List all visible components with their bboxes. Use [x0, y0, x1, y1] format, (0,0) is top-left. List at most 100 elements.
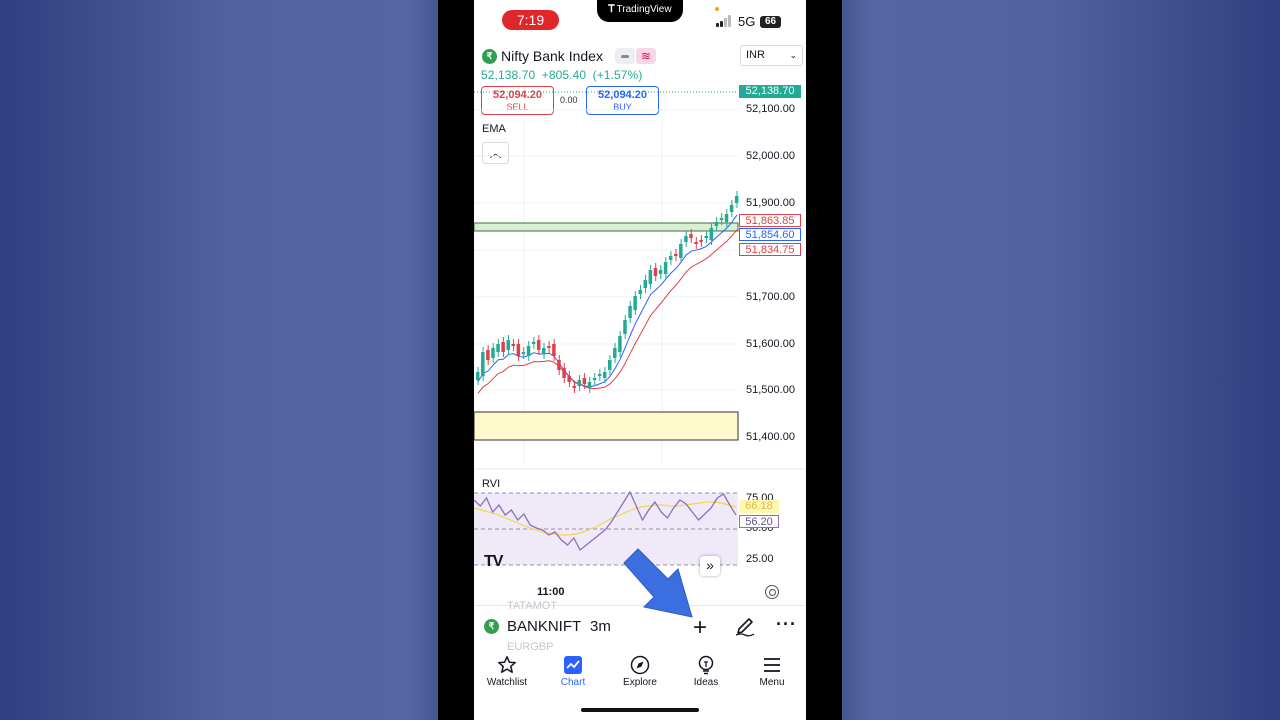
candle	[481, 352, 485, 376]
candle	[679, 244, 683, 258]
nav-menu[interactable]: Menu	[739, 653, 805, 688]
symbol-name[interactable]: Nifty Bank Index	[501, 48, 603, 64]
candle	[526, 346, 531, 356]
candle	[506, 340, 510, 350]
symbol-bar-logo-icon: ₹	[484, 619, 499, 634]
tradingview-logo-icon: TV	[484, 553, 503, 570]
nav-label: Watchlist	[486, 677, 528, 688]
ema-tag-2: 51,854.60	[739, 228, 801, 241]
candle	[521, 352, 526, 354]
wave-chip-icon[interactable]: ≋	[635, 48, 656, 64]
candle	[587, 382, 592, 388]
candle	[704, 236, 708, 238]
double-chevron-right-icon: »	[706, 557, 714, 573]
nav-label: Ideas	[693, 677, 719, 688]
candle	[714, 222, 719, 226]
nav-label: Explore	[623, 677, 657, 688]
rvi-indicator-label[interactable]: RVI	[482, 478, 500, 490]
candle	[613, 348, 617, 358]
star-icon	[498, 656, 516, 673]
network-type: 5G	[738, 14, 756, 29]
candle	[531, 342, 536, 344]
nav-chart[interactable]: Chart	[540, 653, 606, 688]
candle	[516, 344, 521, 356]
ema-tag-3: 51,834.75	[739, 243, 801, 256]
ema-tag-1: 51,863.85	[739, 214, 801, 227]
currency-value: INR	[746, 49, 765, 61]
candle	[684, 236, 688, 242]
candle	[638, 290, 642, 294]
candle	[623, 320, 627, 334]
resistance-zone	[474, 222, 739, 232]
bulb-icon	[698, 655, 714, 675]
candle	[597, 374, 602, 376]
candle	[592, 378, 597, 380]
nav-explore[interactable]: Explore	[607, 653, 673, 688]
candle	[557, 360, 561, 370]
candle	[653, 268, 658, 276]
candle	[658, 270, 663, 274]
support-zone	[474, 411, 739, 441]
home-indicator[interactable]	[581, 708, 699, 712]
candle	[633, 296, 637, 310]
signal-icon	[716, 15, 732, 27]
interval-selector[interactable]: 3m	[590, 618, 611, 635]
candle	[648, 270, 653, 284]
price-tick: 52,100.00	[746, 103, 795, 115]
price-tick: 51,700.00	[746, 291, 795, 303]
candle	[709, 228, 714, 240]
more-icon[interactable]: ···	[776, 614, 797, 635]
annotation-arrow-icon	[623, 548, 693, 618]
candle	[699, 240, 703, 242]
candle	[476, 372, 480, 380]
dynamic-island: ꓔ TradingView	[597, 0, 683, 22]
nav-ideas[interactable]: Ideas	[673, 653, 739, 688]
nav-watchlist[interactable]: Watchlist	[474, 653, 540, 688]
island-label: TradingView	[616, 4, 672, 15]
candle	[567, 376, 571, 382]
compass-icon	[630, 655, 650, 675]
candle	[547, 346, 551, 348]
rvi-tag-signal: 66.18	[739, 500, 779, 513]
candle	[663, 262, 668, 274]
nav-label: Chart	[560, 677, 586, 688]
candle	[501, 342, 505, 352]
pencil-icon[interactable]	[733, 614, 757, 638]
candle	[618, 336, 622, 352]
candle	[542, 348, 546, 354]
candle	[628, 306, 632, 318]
candle	[486, 350, 490, 360]
candle	[608, 360, 612, 370]
chart-icon	[564, 656, 582, 674]
candle	[689, 234, 693, 238]
price-tick: 51,600.00	[746, 338, 795, 350]
ema-slow-line	[477, 229, 738, 394]
candle	[582, 378, 587, 384]
menu-icon	[764, 658, 780, 672]
bottom-nav: Watchlist Chart Explore Ideas Menu	[474, 650, 806, 694]
ghost-symbol-above: TATAMOT	[507, 600, 558, 612]
scroll-to-realtime-button[interactable]: »	[700, 556, 720, 576]
candles	[476, 191, 739, 393]
chart-settings-icon[interactable]	[765, 585, 779, 599]
symbol-logo-icon: ₹	[482, 48, 497, 64]
candle	[719, 218, 724, 220]
candle	[694, 242, 698, 244]
minus-chip-icon[interactable]	[614, 48, 635, 64]
candle	[577, 380, 582, 386]
battery-icon: 66	[760, 16, 781, 28]
candle	[674, 254, 678, 256]
candle	[496, 344, 500, 352]
candle	[729, 205, 734, 212]
price-tick: 51,900.00	[746, 197, 795, 209]
status-bar: 7:19 ꓔ TradingView 5G 66	[474, 0, 806, 40]
ema-lines	[477, 214, 738, 394]
rvi-tick: 25.00	[746, 553, 774, 565]
symbol-selector[interactable]: BANKNIFT	[507, 618, 581, 635]
candle	[724, 214, 729, 222]
tv-mini-logo: ꓔ	[608, 4, 615, 15]
currency-select[interactable]: INR ⌄	[740, 45, 803, 66]
price-tick: 51,500.00	[746, 384, 795, 396]
candle	[491, 348, 495, 358]
symbol-header[interactable]: ₹ Nifty Bank Index ≋	[482, 46, 656, 66]
